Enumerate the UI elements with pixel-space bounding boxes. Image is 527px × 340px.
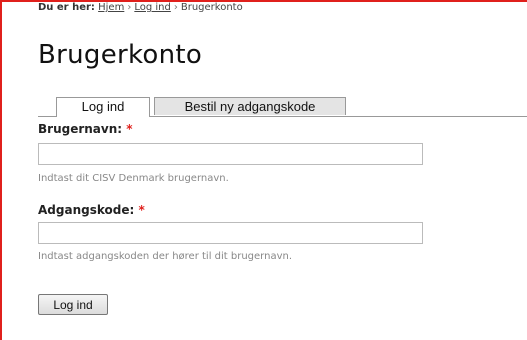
breadcrumb-prefix: Du er her:: [38, 2, 95, 13]
password-label-text: Adgangskode:: [38, 203, 135, 217]
breadcrumb-separator: ›: [127, 2, 132, 13]
breadcrumb-link-login[interactable]: Log ind: [134, 2, 171, 13]
tab-bestil-ny-adgangskode[interactable]: Bestil ny adgangskode: [154, 97, 346, 115]
password-help: Indtast adgangskoden der hører til dit b…: [38, 251, 293, 262]
breadcrumb: Du er her: Hjem › Log ind › Brugerkonto: [38, 2, 243, 13]
breadcrumb-current: Brugerkonto: [180, 2, 243, 13]
required-marker: *: [138, 203, 145, 217]
username-label: Brugernavn: *: [38, 122, 133, 136]
page-frame: Du er her: Hjem › Log ind › Brugerkonto Brug…: [0, 0, 527, 340]
username-label-text: Brugernavn:: [38, 122, 123, 136]
page-title: Brugerkonto: [38, 40, 203, 70]
username-input[interactable]: [38, 143, 423, 165]
password-input[interactable]: [38, 222, 423, 244]
tab-bar: Log ind Bestil ny adgangskode: [38, 97, 527, 117]
breadcrumb-separator: ›: [173, 2, 178, 13]
breadcrumb-link-home[interactable]: Hjem: [98, 2, 124, 13]
login-button[interactable]: Log ind: [38, 294, 108, 315]
tab-log-ind[interactable]: Log ind: [56, 97, 150, 117]
required-marker: *: [126, 122, 133, 136]
username-help: Indtast dit CISV Denmark brugernavn.: [38, 173, 229, 184]
password-label: Adgangskode: *: [38, 203, 145, 217]
